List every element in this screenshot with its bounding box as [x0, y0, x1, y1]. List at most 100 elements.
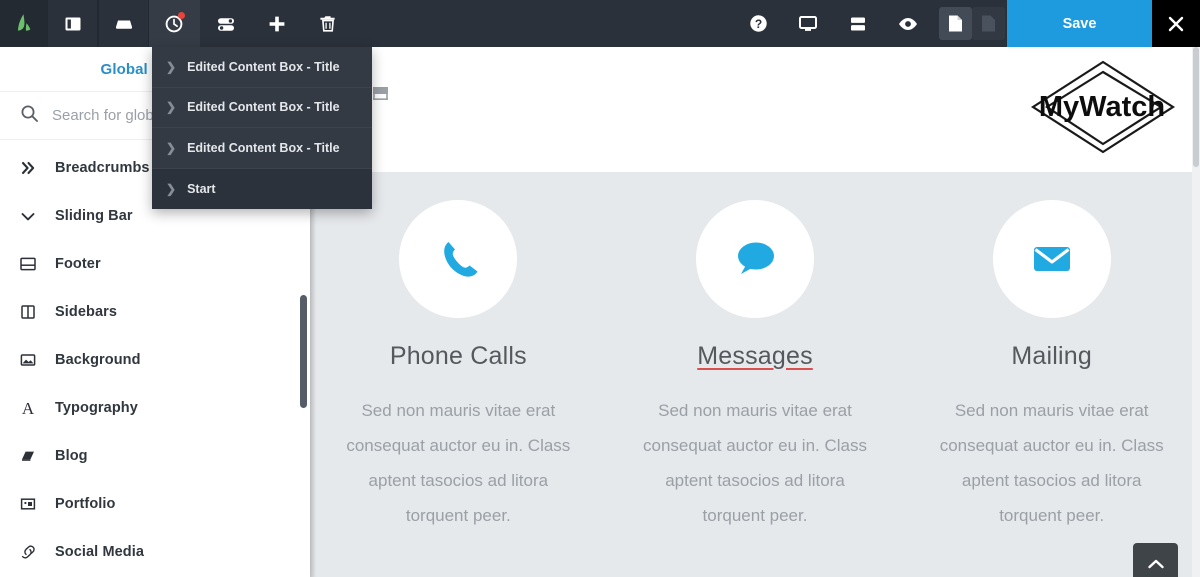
sidebar-item-label: Sidebars — [55, 304, 118, 320]
svg-text:A: A — [22, 399, 35, 417]
dropdown-item-label: Edited Content Box - Title — [187, 140, 340, 155]
book-icon — [17, 447, 39, 465]
toolbar-button-preview[interactable] — [883, 0, 933, 47]
content-box-mailing[interactable]: Mailing Sed non mauris vitae erat conseq… — [903, 176, 1200, 577]
page-document-icon — [982, 15, 995, 32]
sidebar-item-blog[interactable]: Blog — [0, 432, 310, 480]
toggle-sliders-icon — [217, 17, 234, 31]
chevron-right-icon: ❯ — [166, 100, 177, 115]
save-button[interactable]: Save — [1007, 0, 1152, 47]
chevron-down-icon — [17, 208, 39, 224]
logo-text: MyWatch — [1039, 91, 1165, 123]
sidebar-item-label: Blog — [55, 448, 88, 464]
content-box-icon-circle — [399, 200, 518, 318]
sidebar-item-label: Sliding Bar — [55, 208, 133, 224]
search-icon — [20, 104, 39, 128]
content-box-text: Sed non mauris vitae erat consequat auct… — [939, 401, 1164, 525]
preview-scrollbar-thumb[interactable] — [1193, 47, 1199, 167]
help-icon: ? — [749, 15, 767, 32]
layout-panel-icon — [65, 17, 80, 30]
dropdown-item-current[interactable]: ❯ Start — [152, 168, 372, 209]
toolbar-button-add[interactable] — [251, 0, 302, 47]
dropdown-item[interactable]: ❯ Edited Content Box - Title — [152, 47, 372, 88]
sidebar-item-label: Social Media — [55, 544, 145, 560]
content-box-text: Sed non mauris vitae erat consequat auct… — [643, 401, 867, 525]
portfolio-frame-icon — [17, 495, 39, 513]
letter-a-icon: A — [17, 399, 39, 417]
site-logo[interactable]: MyWatch — [1025, 52, 1180, 162]
sidebar-item-typography[interactable]: A Typography — [0, 384, 310, 432]
eye-icon — [899, 17, 917, 30]
toolbar-button-delete[interactable] — [302, 0, 353, 47]
phone-icon — [444, 242, 478, 277]
page-document-active-icon — [949, 15, 962, 32]
top-toolbar: ? Save — [0, 0, 1200, 47]
speech-bubble-icon — [738, 242, 774, 274]
shopping-cart-icon[interactable] — [370, 82, 394, 109]
preview-scrollbar[interactable] — [1192, 47, 1200, 577]
monitor-icon — [799, 16, 817, 31]
sidebar-item-social-media[interactable]: Social Media — [0, 528, 310, 576]
content-box-icon-circle — [696, 200, 814, 318]
document-mode-toggle — [939, 0, 1005, 47]
history-dropdown-menu: ❯ Edited Content Box - Title ❯ Edited Co… — [152, 47, 372, 209]
content-box-messages[interactable]: Messages Sed non mauris vitae erat conse… — [607, 176, 904, 577]
sidebar-item-label: Typography — [55, 400, 138, 416]
link-chain-icon — [17, 543, 39, 561]
trash-icon — [319, 16, 335, 32]
toolbar-button-responsive[interactable] — [783, 0, 833, 47]
chevron-right-icon: ❯ — [166, 181, 177, 196]
sidebar-item-label: Footer — [55, 256, 101, 272]
svg-text:?: ? — [754, 17, 761, 31]
content-boxes-section: Phone Calls Sed non mauris vitae erat co… — [310, 172, 1200, 577]
history-notification-badge — [178, 12, 185, 19]
plus-icon — [269, 16, 284, 31]
close-button[interactable] — [1152, 0, 1200, 47]
content-box-title: Phone Calls — [389, 342, 527, 370]
container-icon — [115, 20, 132, 29]
page-preview: MyWatch Phone Calls Sed non mauris vitae… — [310, 47, 1200, 577]
chevron-right-icon: ❯ — [166, 59, 177, 74]
rows-icon — [851, 17, 865, 30]
dropdown-item[interactable]: ❯ Edited Content Box - Title — [152, 128, 372, 169]
chevron-right-icon: ❯ — [166, 140, 177, 155]
sidebar-item-footer[interactable]: Footer — [0, 240, 310, 288]
content-box-title-selected[interactable]: Messages — [697, 342, 813, 371]
content-box-icon-circle — [992, 200, 1111, 318]
content-box-phone-calls[interactable]: Phone Calls Sed non mauris vitae erat co… — [310, 176, 607, 577]
toolbar-button-history[interactable] — [149, 0, 200, 47]
toolbar-button-help[interactable]: ? — [733, 0, 783, 47]
document-mode-template-button[interactable] — [972, 7, 1005, 40]
image-icon — [17, 351, 39, 369]
sidebar-item-label: Portfolio — [55, 496, 116, 512]
close-icon — [1168, 16, 1184, 31]
dropdown-item-label: Start — [187, 181, 216, 196]
sidebar-item-background[interactable]: Background — [0, 336, 310, 384]
content-box-text: Sed non mauris vitae erat consequat auct… — [346, 401, 571, 525]
dropdown-item-label: Edited Content Box - Title — [187, 100, 340, 115]
footer-layout-icon — [17, 255, 39, 273]
toolbar-right-group: ? Save — [733, 0, 1200, 47]
double-chevron-right-icon — [17, 160, 39, 176]
content-box-title: Mailing — [1011, 342, 1092, 370]
avada-logo-icon — [17, 13, 30, 31]
sidebar-item-sidebars[interactable]: Sidebars — [0, 288, 310, 336]
toolbar-button-rows[interactable] — [833, 0, 883, 47]
site-header: MyWatch — [310, 47, 1200, 172]
toolbar-button-container[interactable] — [98, 0, 149, 47]
envelope-icon — [1033, 247, 1070, 271]
dropdown-item[interactable]: ❯ Edited Content Box - Title — [152, 88, 372, 128]
dropdown-item-label: Edited Content Box - Title — [187, 59, 340, 74]
toolbar-button-layout-panel[interactable] — [47, 0, 98, 47]
app-root: ? Save Global Search for global options … — [0, 0, 1200, 577]
chevron-up-icon — [1147, 559, 1164, 569]
document-mode-page-button[interactable] — [939, 7, 972, 40]
sidebar-item-label: Background — [55, 352, 141, 368]
sidebar-item-label: Breadcrumbs — [55, 160, 150, 176]
back-to-top-button[interactable] — [1133, 543, 1178, 577]
sidebar-scrollbar-thumb[interactable] — [300, 295, 307, 408]
avada-logo[interactable] — [0, 0, 47, 47]
sidebar-item-portfolio[interactable]: Portfolio — [0, 480, 310, 528]
toolbar-button-toggles[interactable] — [200, 0, 251, 47]
